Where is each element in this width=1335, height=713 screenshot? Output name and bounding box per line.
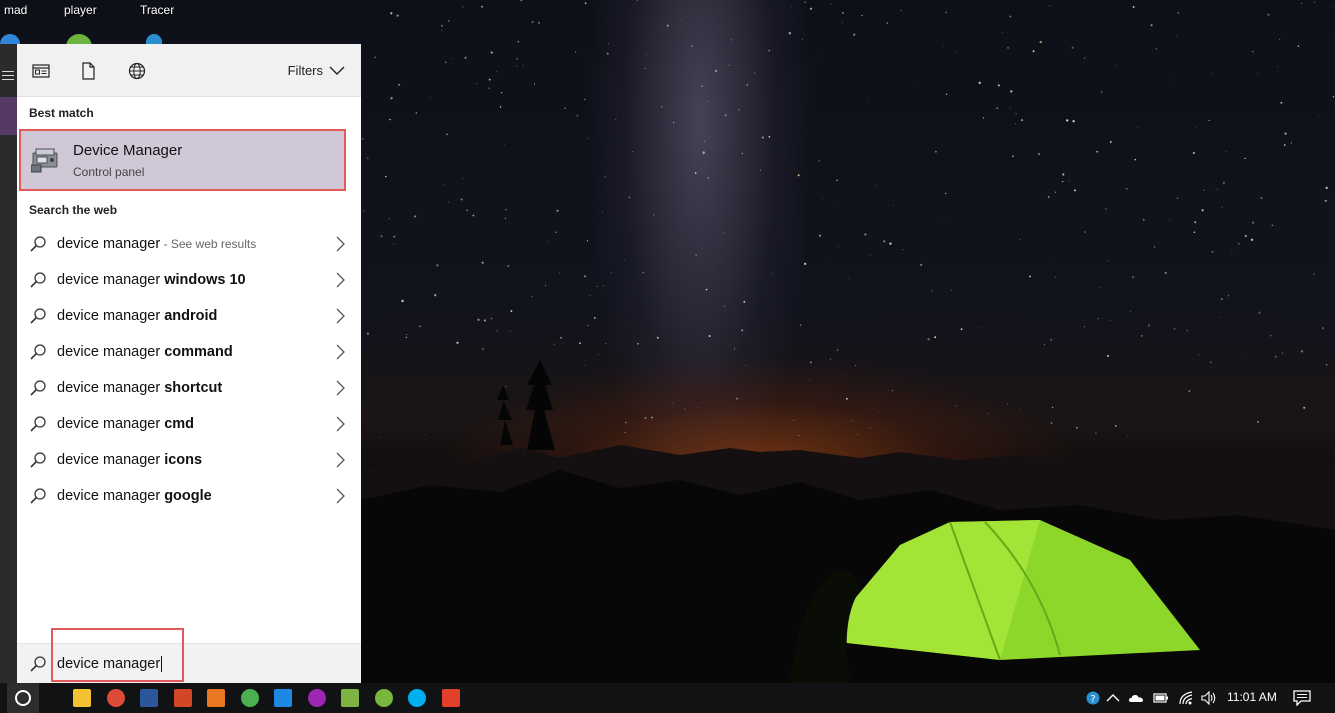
search-toolbar: Filters — [17, 44, 361, 97]
best-match-result[interactable]: Device Manager Control panel — [19, 129, 346, 191]
web-suggestion-row[interactable]: device manager - See web results — [17, 226, 361, 262]
best-match-title: Device Manager — [73, 142, 183, 159]
volume-icon[interactable] — [1201, 690, 1217, 706]
web-suggestion-text: device manager shortcut — [57, 380, 222, 396]
web-suggestion-text: device manager android — [57, 308, 217, 324]
app-icon[interactable] — [240, 689, 259, 707]
search-icon — [30, 308, 46, 324]
cortana-icon — [15, 690, 31, 706]
action-center-icon[interactable] — [1293, 690, 1311, 706]
suggestion-prefix: device manager — [57, 236, 161, 252]
skype-icon[interactable] — [408, 689, 426, 707]
file-explorer-icon[interactable] — [73, 689, 91, 707]
suggestion-prefix: device manager — [57, 344, 165, 360]
app-icon[interactable] — [307, 689, 326, 707]
suggestion-bold-term: icons — [164, 452, 203, 468]
apps-icon[interactable] — [32, 62, 50, 80]
filters-label: Filters — [287, 63, 323, 78]
cortana-button[interactable] — [7, 683, 39, 713]
suggestion-bold-term: cmd — [164, 416, 195, 432]
suggestion-bold-term: shortcut — [164, 380, 223, 396]
device-manager-icon — [31, 148, 58, 173]
utorrent-icon[interactable] — [374, 689, 393, 707]
start-strip-accent — [0, 97, 17, 135]
word-icon[interactable] — [140, 689, 158, 707]
chevron-right-icon[interactable] — [335, 308, 345, 324]
search-box[interactable]: device manager — [17, 628, 361, 683]
search-icon — [30, 344, 46, 360]
web-suggestion-text: device manager windows 10 — [57, 272, 246, 288]
suggestion-prefix: device manager — [57, 488, 165, 504]
search-icon — [30, 488, 46, 504]
suggestion-prefix: device manager — [57, 272, 165, 288]
filters-button[interactable]: Filters — [288, 63, 345, 78]
chevron-right-icon[interactable] — [335, 380, 345, 396]
web-suggestion-text: device manager command — [57, 344, 233, 360]
matlab-icon[interactable] — [207, 689, 225, 707]
chevron-up-icon[interactable] — [1105, 690, 1121, 706]
desktop-icon-label[interactable]: Tracer — [140, 3, 174, 17]
web-suggestion-row[interactable]: device manager icons — [17, 442, 361, 478]
start-menu-strip — [0, 44, 17, 683]
search-icon — [30, 452, 46, 468]
web-suggestion-row[interactable]: device manager google — [17, 478, 361, 514]
suggestion-bold-term: windows 10 — [164, 272, 246, 288]
search-input[interactable]: device manager — [57, 656, 163, 672]
svg-text:?: ? — [1090, 694, 1095, 705]
suggestion-prefix: device manager — [57, 416, 165, 432]
web-suggestion-text: device manager icons — [57, 452, 202, 468]
wifi-icon[interactable] — [1178, 690, 1194, 706]
suggestion-prefix: device manager — [57, 380, 165, 396]
onedrive-icon[interactable] — [1128, 690, 1144, 706]
chevron-down-icon — [329, 66, 345, 75]
suggestion-prefix: device manager — [57, 452, 165, 468]
search-icon — [30, 236, 46, 252]
web-suggestion-row[interactable]: device manager cmd — [17, 406, 361, 442]
taskbar: ? 11:01 AM — [0, 683, 1335, 713]
search-results-panel: Filters Best match Device Manager Contro… — [17, 44, 361, 683]
best-match-heading: Best match — [29, 106, 94, 120]
web-suggestion-row[interactable]: device manager windows 10 — [17, 262, 361, 298]
desktop-icon-label[interactable]: mad — [4, 3, 27, 17]
chevron-right-icon[interactable] — [335, 416, 345, 432]
best-match-subtitle: Control panel — [73, 165, 145, 179]
search-icon — [30, 272, 46, 288]
web-icon[interactable] — [128, 62, 146, 80]
desktop-icon-label[interactable]: player — [64, 3, 97, 17]
sublime-icon[interactable] — [441, 689, 460, 707]
documents-icon[interactable] — [79, 62, 97, 80]
web-suggestion-row[interactable]: device manager command — [17, 334, 361, 370]
web-suggestion-text: device manager google — [57, 488, 212, 504]
battery-icon[interactable] — [1153, 690, 1169, 706]
search-input-highlight — [51, 628, 184, 682]
search-web-heading: Search the web — [29, 203, 118, 217]
web-suggestion-text: device manager - See web results — [57, 236, 256, 252]
web-suggestion-text: device manager cmd — [57, 416, 194, 432]
android-studio-icon[interactable] — [341, 689, 359, 707]
chevron-right-icon[interactable] — [335, 344, 345, 360]
chevron-right-icon[interactable] — [335, 488, 345, 504]
suggestion-bold-term: google — [164, 488, 212, 504]
chevron-right-icon[interactable] — [335, 272, 345, 288]
suggestion-bold-term: android — [164, 308, 218, 324]
suggestion-prefix: device manager — [57, 308, 165, 324]
suggestion-suffix: - See web results — [160, 237, 257, 251]
search-icon — [30, 416, 46, 432]
chevron-right-icon[interactable] — [335, 236, 345, 252]
powerpoint-icon[interactable] — [173, 689, 192, 707]
search-icon — [30, 656, 46, 672]
suggestion-bold-term: command — [164, 344, 233, 360]
web-suggestion-row[interactable]: device manager android — [17, 298, 361, 334]
taskbar-clock[interactable]: 11:01 AM — [1227, 690, 1277, 704]
chrome-icon[interactable] — [106, 689, 125, 707]
chevron-right-icon[interactable] — [335, 452, 345, 468]
help-tray-icon[interactable]: ? — [1085, 690, 1101, 706]
web-suggestion-row[interactable]: device manager shortcut — [17, 370, 361, 406]
search-icon — [30, 380, 46, 396]
edge-icon[interactable] — [274, 689, 292, 707]
hamburger-menu-icon[interactable] — [2, 68, 14, 83]
